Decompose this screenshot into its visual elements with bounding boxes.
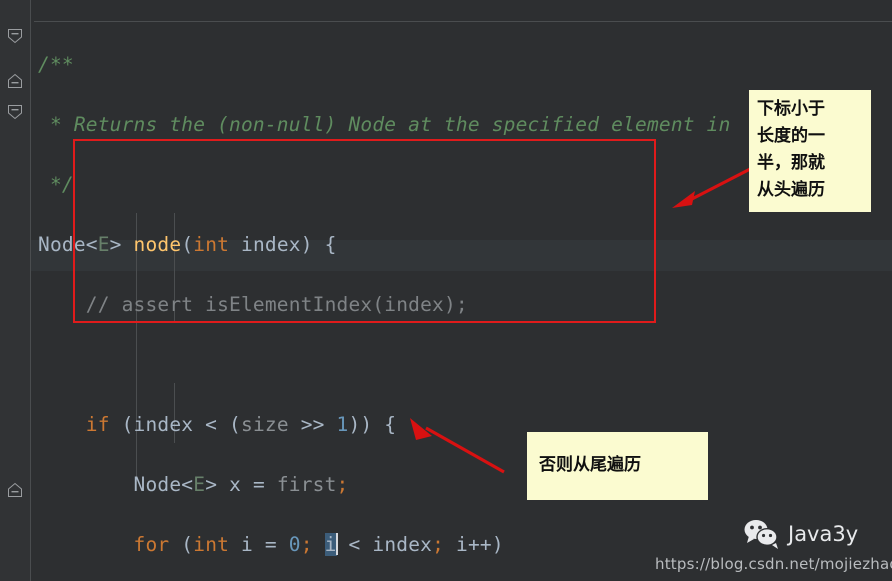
fold-collapse-icon-4[interactable]: [7, 482, 23, 498]
watermark-url: https://blog.csdn.net/mojiezhao: [655, 555, 892, 573]
note-1-line-3: 半，那就: [757, 153, 825, 173]
code-line-1-text: /**: [38, 53, 74, 76]
code-line-5-text: // assert isElementIndex(index);: [85, 293, 468, 316]
code-line[interactable]: /**: [38, 50, 892, 80]
wechat-icon: [744, 520, 778, 549]
annotation-note-1: 下标小于 长度的一 半，那就 从头遍历: [749, 90, 871, 212]
code-line-3-text: */: [38, 173, 74, 196]
fold-collapse-icon-2[interactable]: [7, 73, 23, 89]
ide-code-editor-screenshot: /** * Returns the (non-null) Node at the…: [0, 0, 892, 581]
note-1-line-2: 长度的一: [757, 126, 825, 146]
note-1-line-1: 下标小于: [757, 99, 825, 119]
gutter-divider: [30, 0, 31, 581]
note-2-line-1: 否则从尾遍历: [539, 455, 641, 475]
code-line-2-text: * Returns the (non-null) Node at the spe…: [38, 113, 731, 136]
note-1-line-4: 从头遍历: [757, 180, 825, 200]
code-line[interactable]: [38, 350, 892, 380]
fold-collapse-icon-1[interactable]: [7, 28, 23, 44]
code-line[interactable]: Node<E> x = first;: [38, 470, 892, 500]
code-line[interactable]: Node<E> node(int index) {: [38, 230, 892, 260]
code-line[interactable]: // assert isElementIndex(index);: [38, 290, 892, 320]
annotation-note-2: 否则从尾遍历: [527, 432, 708, 500]
watermark-label: Java3y: [788, 522, 859, 546]
watermark: Java3y: [742, 518, 858, 550]
fold-collapse-icon-3[interactable]: [7, 104, 23, 120]
code-line[interactable]: if (index < (size >> 1)) {: [38, 410, 892, 440]
